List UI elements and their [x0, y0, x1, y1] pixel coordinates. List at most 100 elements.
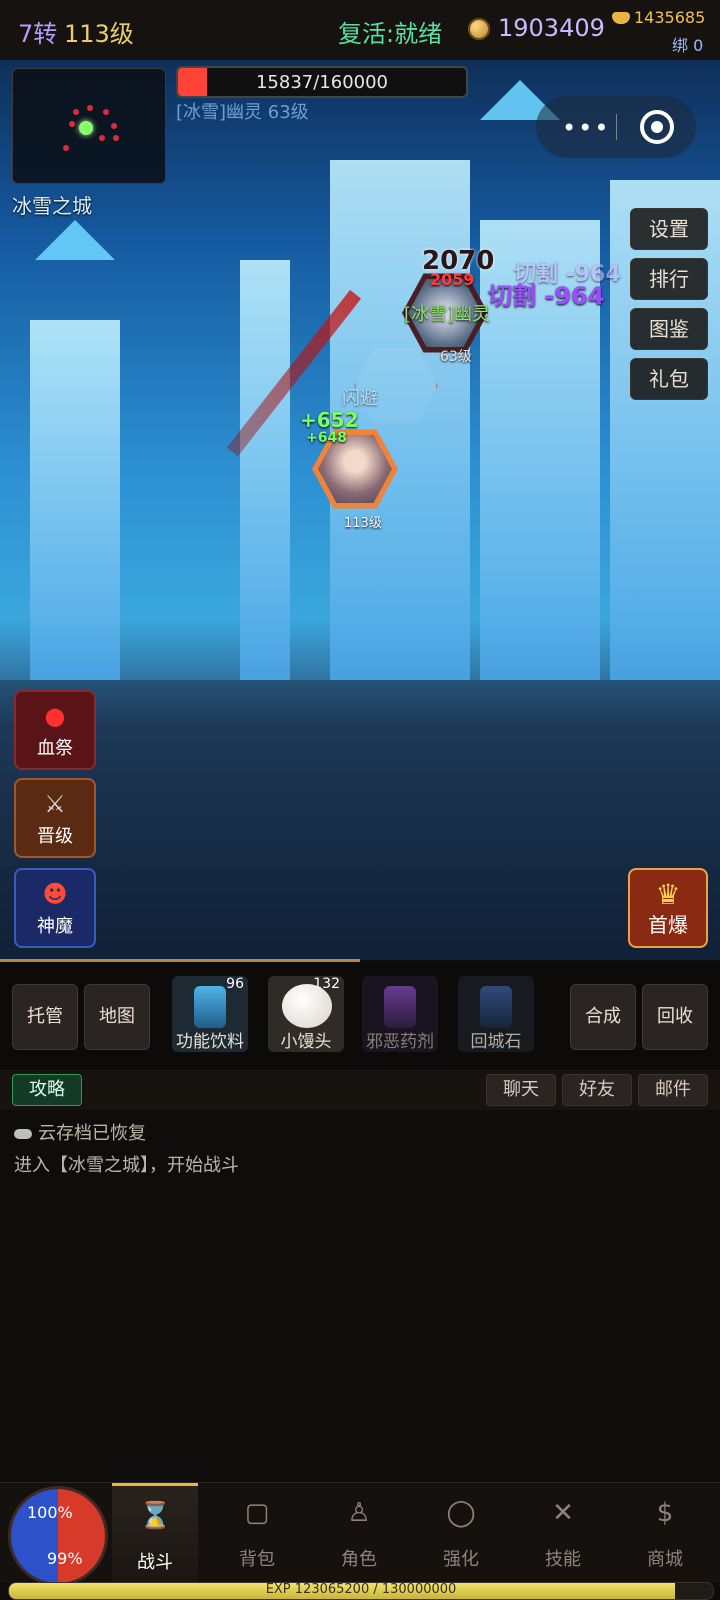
enhance-icon: ◯	[446, 1498, 476, 1528]
gold-ingot-icon	[612, 12, 630, 24]
damage-number-small: 2059	[430, 270, 475, 289]
friends-tab[interactable]: 好友	[562, 1074, 632, 1106]
coin-count: 1903409	[498, 14, 605, 42]
nav-character[interactable]: ♙ 角色	[316, 1483, 402, 1579]
first-kill-label: 首爆	[648, 913, 688, 937]
item-slot[interactable]: 96 功能饮料	[172, 976, 248, 1052]
character-icon: ♙	[347, 1498, 371, 1528]
target-hp-text: 15837/160000	[255, 72, 389, 93]
log-text: 进入【冰雪之城】，开始战斗	[14, 1155, 239, 1176]
minimap-enemy-dot	[69, 121, 75, 127]
coin-icon	[468, 18, 490, 40]
ice-tower	[610, 180, 720, 680]
ice-tower	[240, 260, 290, 680]
nav-label: 角色	[341, 1549, 377, 1570]
miniprogram-capsule: •••	[536, 96, 696, 158]
social-tabs-row: 攻略 聊天 好友 邮件	[0, 1070, 720, 1110]
settings-button[interactable]: 设置	[630, 208, 708, 250]
target-hp-bar: 15837/160000	[176, 66, 468, 98]
blood-sacrifice-button[interactable]: ● 血祭	[14, 690, 96, 770]
item-name: 功能饮料	[176, 1032, 244, 1052]
minimap[interactable]	[12, 68, 166, 184]
player-level-label: 113级	[344, 516, 382, 531]
minimap-player-marker	[79, 121, 93, 135]
item-name: 回城石	[470, 1032, 522, 1052]
first-kill-button[interactable]: ♛ 首爆	[628, 868, 708, 948]
log-line: 进入【冰雪之城】，开始战斗	[14, 1150, 704, 1182]
minimap-enemy-dot	[87, 105, 93, 111]
heal-number: +652	[300, 408, 359, 432]
minimap-enemy-dot	[111, 123, 117, 129]
nav-battle[interactable]: ⌛ 战斗	[112, 1483, 198, 1582]
reborn-count: 7转	[18, 20, 58, 48]
item-slot[interactable]: 回城石	[458, 976, 534, 1052]
mail-tab[interactable]: 邮件	[638, 1074, 708, 1106]
item-slot[interactable]: 邪恶药剂	[362, 976, 438, 1052]
item-count: 96	[226, 976, 244, 992]
enemy-level-label: 63级	[440, 349, 472, 365]
hp-mp-orb: 100% 99%	[8, 1486, 108, 1586]
nav-shop[interactable]: $ 商城	[622, 1483, 708, 1579]
item-count: 132	[313, 976, 340, 992]
synthesize-button[interactable]: 合成	[570, 984, 636, 1050]
exp-bar: EXP 123065200 / 130000000	[8, 1582, 714, 1600]
demon-label: 神魔	[37, 916, 73, 937]
bottom-nav: ⌛ 战斗 ▢ 背包 ♙ 角色 ◯ 强化 ✕ 技能 $ 商城	[0, 1482, 720, 1583]
energy-drink-icon	[194, 986, 226, 1028]
evil-potion-icon	[384, 986, 416, 1028]
nav-enhance[interactable]: ◯ 强化	[418, 1483, 504, 1579]
bind-gold-count: 绑 0	[672, 36, 704, 55]
recycle-button[interactable]: 回收	[642, 984, 708, 1050]
auto-battle-button[interactable]: 托管	[12, 984, 78, 1050]
ranking-button[interactable]: 排行	[630, 258, 708, 300]
item-slot[interactable]: 132 小馒头	[268, 976, 344, 1052]
nav-label: 技能	[545, 1549, 581, 1570]
nav-label: 商城	[647, 1549, 683, 1570]
revive-status: 复活:就绪	[338, 20, 443, 48]
minimap-enemy-dot	[73, 109, 79, 115]
bag-icon: ▢	[244, 1498, 270, 1528]
mp-percent: 99%	[47, 1549, 83, 1568]
minimap-enemy-dot	[103, 109, 109, 115]
dodge-text: 闪避	[342, 388, 378, 409]
map-button[interactable]: 地图	[84, 984, 150, 1050]
codex-button[interactable]: 图鉴	[630, 308, 708, 350]
gift-pack-button[interactable]: 礼包	[630, 358, 708, 400]
zone-name: 冰雪之城	[12, 194, 92, 218]
nav-skills[interactable]: ✕ 技能	[520, 1483, 606, 1579]
more-menu-icon[interactable]: •••	[562, 114, 610, 142]
item-name: 小馒头	[280, 1032, 332, 1052]
close-miniprogram-icon[interactable]	[640, 110, 674, 144]
shop-icon: $	[656, 1498, 674, 1528]
promote-button[interactable]: ⚔ 晋级	[14, 778, 96, 858]
log-text: 云存档已恢复	[38, 1123, 146, 1144]
battle-scene[interactable]	[0, 60, 720, 960]
enemy-name-label: [冰雪]幽灵	[404, 304, 491, 325]
exp-text: EXP 123065200 / 130000000	[265, 1582, 457, 1597]
nav-label: 强化	[443, 1549, 479, 1570]
blood-sacrifice-label: 血祭	[37, 738, 73, 759]
hp-percent: 100%	[27, 1503, 73, 1522]
chat-tab[interactable]: 聊天	[486, 1074, 556, 1106]
demon-mask-icon: ☻	[42, 880, 68, 908]
nav-bag[interactable]: ▢ 背包	[214, 1483, 300, 1579]
blood-drop-icon: ●	[44, 702, 66, 730]
capsule-divider	[616, 114, 617, 140]
return-stone-icon	[480, 986, 512, 1028]
cut-damage: 切割 -964	[488, 282, 605, 310]
item-name: 邪恶药剂	[366, 1032, 434, 1052]
nav-label: 战斗	[137, 1552, 173, 1573]
gold-count: 1435685	[634, 8, 706, 27]
guide-button[interactable]: 攻略	[12, 1074, 82, 1106]
demon-button[interactable]: ☻ 神魔	[14, 868, 96, 948]
minimap-enemy-dot	[63, 145, 69, 151]
quick-toolbar: 托管 地图 96 功能饮料 132 小馒头 邪恶药剂 回城石 合成 回收	[0, 962, 720, 1070]
battle-icon: ⌛	[139, 1501, 172, 1531]
promote-label: 晋级	[37, 826, 73, 847]
log-line: 云存档已恢复	[14, 1118, 704, 1150]
village-overlay	[0, 680, 720, 960]
player-level: 113级	[64, 20, 134, 48]
skills-icon: ✕	[552, 1498, 574, 1528]
ice-tower	[30, 320, 120, 680]
trophy-icon: ♛	[655, 878, 681, 911]
